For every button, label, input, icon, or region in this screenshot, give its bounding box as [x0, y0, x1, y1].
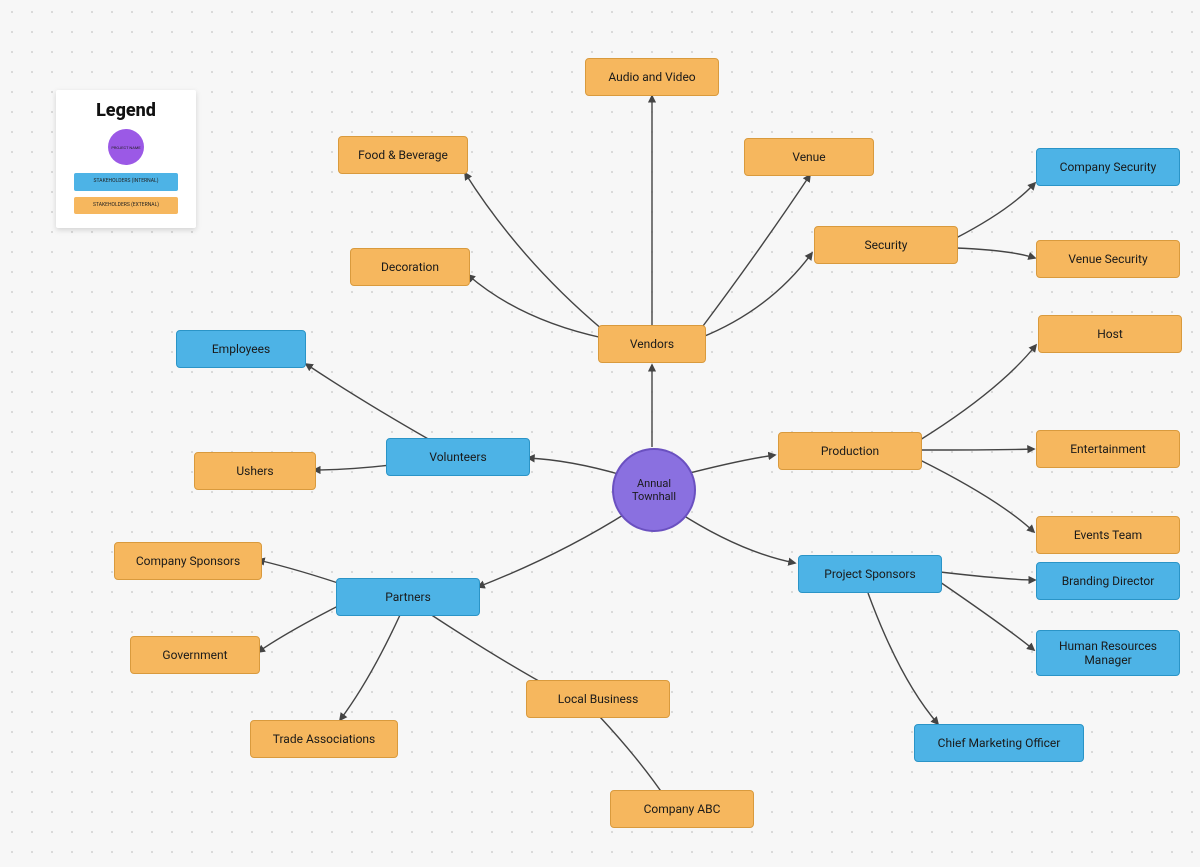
node-company-abc[interactable]: Company ABC [610, 790, 754, 828]
legend-title: Legend [66, 100, 186, 121]
diagram-canvas[interactable]: Annual Townhall Vendors Audio and Video … [0, 0, 1200, 867]
node-ushers[interactable]: Ushers [194, 452, 316, 490]
node-events-team[interactable]: Events Team [1036, 516, 1180, 554]
node-hr-manager[interactable]: Human Resources Manager [1036, 630, 1180, 676]
node-company-security[interactable]: Company Security [1036, 148, 1180, 186]
node-government[interactable]: Government [130, 636, 260, 674]
legend-external-swatch: STAKEHOLDERS (EXTERNAL) [74, 197, 178, 215]
legend-center-swatch: PROJECT NAME [108, 129, 144, 165]
node-company-sponsors[interactable]: Company Sponsors [114, 542, 262, 580]
node-partners[interactable]: Partners [336, 578, 480, 616]
node-audio-video[interactable]: Audio and Video [585, 58, 719, 96]
node-vendors[interactable]: Vendors [598, 325, 706, 363]
node-host[interactable]: Host [1038, 315, 1182, 353]
node-entertainment[interactable]: Entertainment [1036, 430, 1180, 468]
node-food-beverage[interactable]: Food & Beverage [338, 136, 468, 174]
node-venue[interactable]: Venue [744, 138, 874, 176]
legend-internal-swatch: STAKEHOLDERS (INTERNAL) [74, 173, 178, 191]
node-employees[interactable]: Employees [176, 330, 306, 368]
node-decoration[interactable]: Decoration [350, 248, 470, 286]
node-production[interactable]: Production [778, 432, 922, 470]
node-branding-director[interactable]: Branding Director [1036, 562, 1180, 600]
node-venue-security[interactable]: Venue Security [1036, 240, 1180, 278]
node-project-sponsors[interactable]: Project Sponsors [798, 555, 942, 593]
node-security[interactable]: Security [814, 226, 958, 264]
node-volunteers[interactable]: Volunteers [386, 438, 530, 476]
node-local-business[interactable]: Local Business [526, 680, 670, 718]
node-cmo[interactable]: Chief Marketing Officer [914, 724, 1084, 762]
node-trade-associations[interactable]: Trade Associations [250, 720, 398, 758]
center-label: Annual Townhall [614, 477, 694, 503]
legend-panel[interactable]: Legend PROJECT NAME STAKEHOLDERS (INTERN… [56, 90, 196, 228]
center-node[interactable]: Annual Townhall [612, 448, 696, 532]
